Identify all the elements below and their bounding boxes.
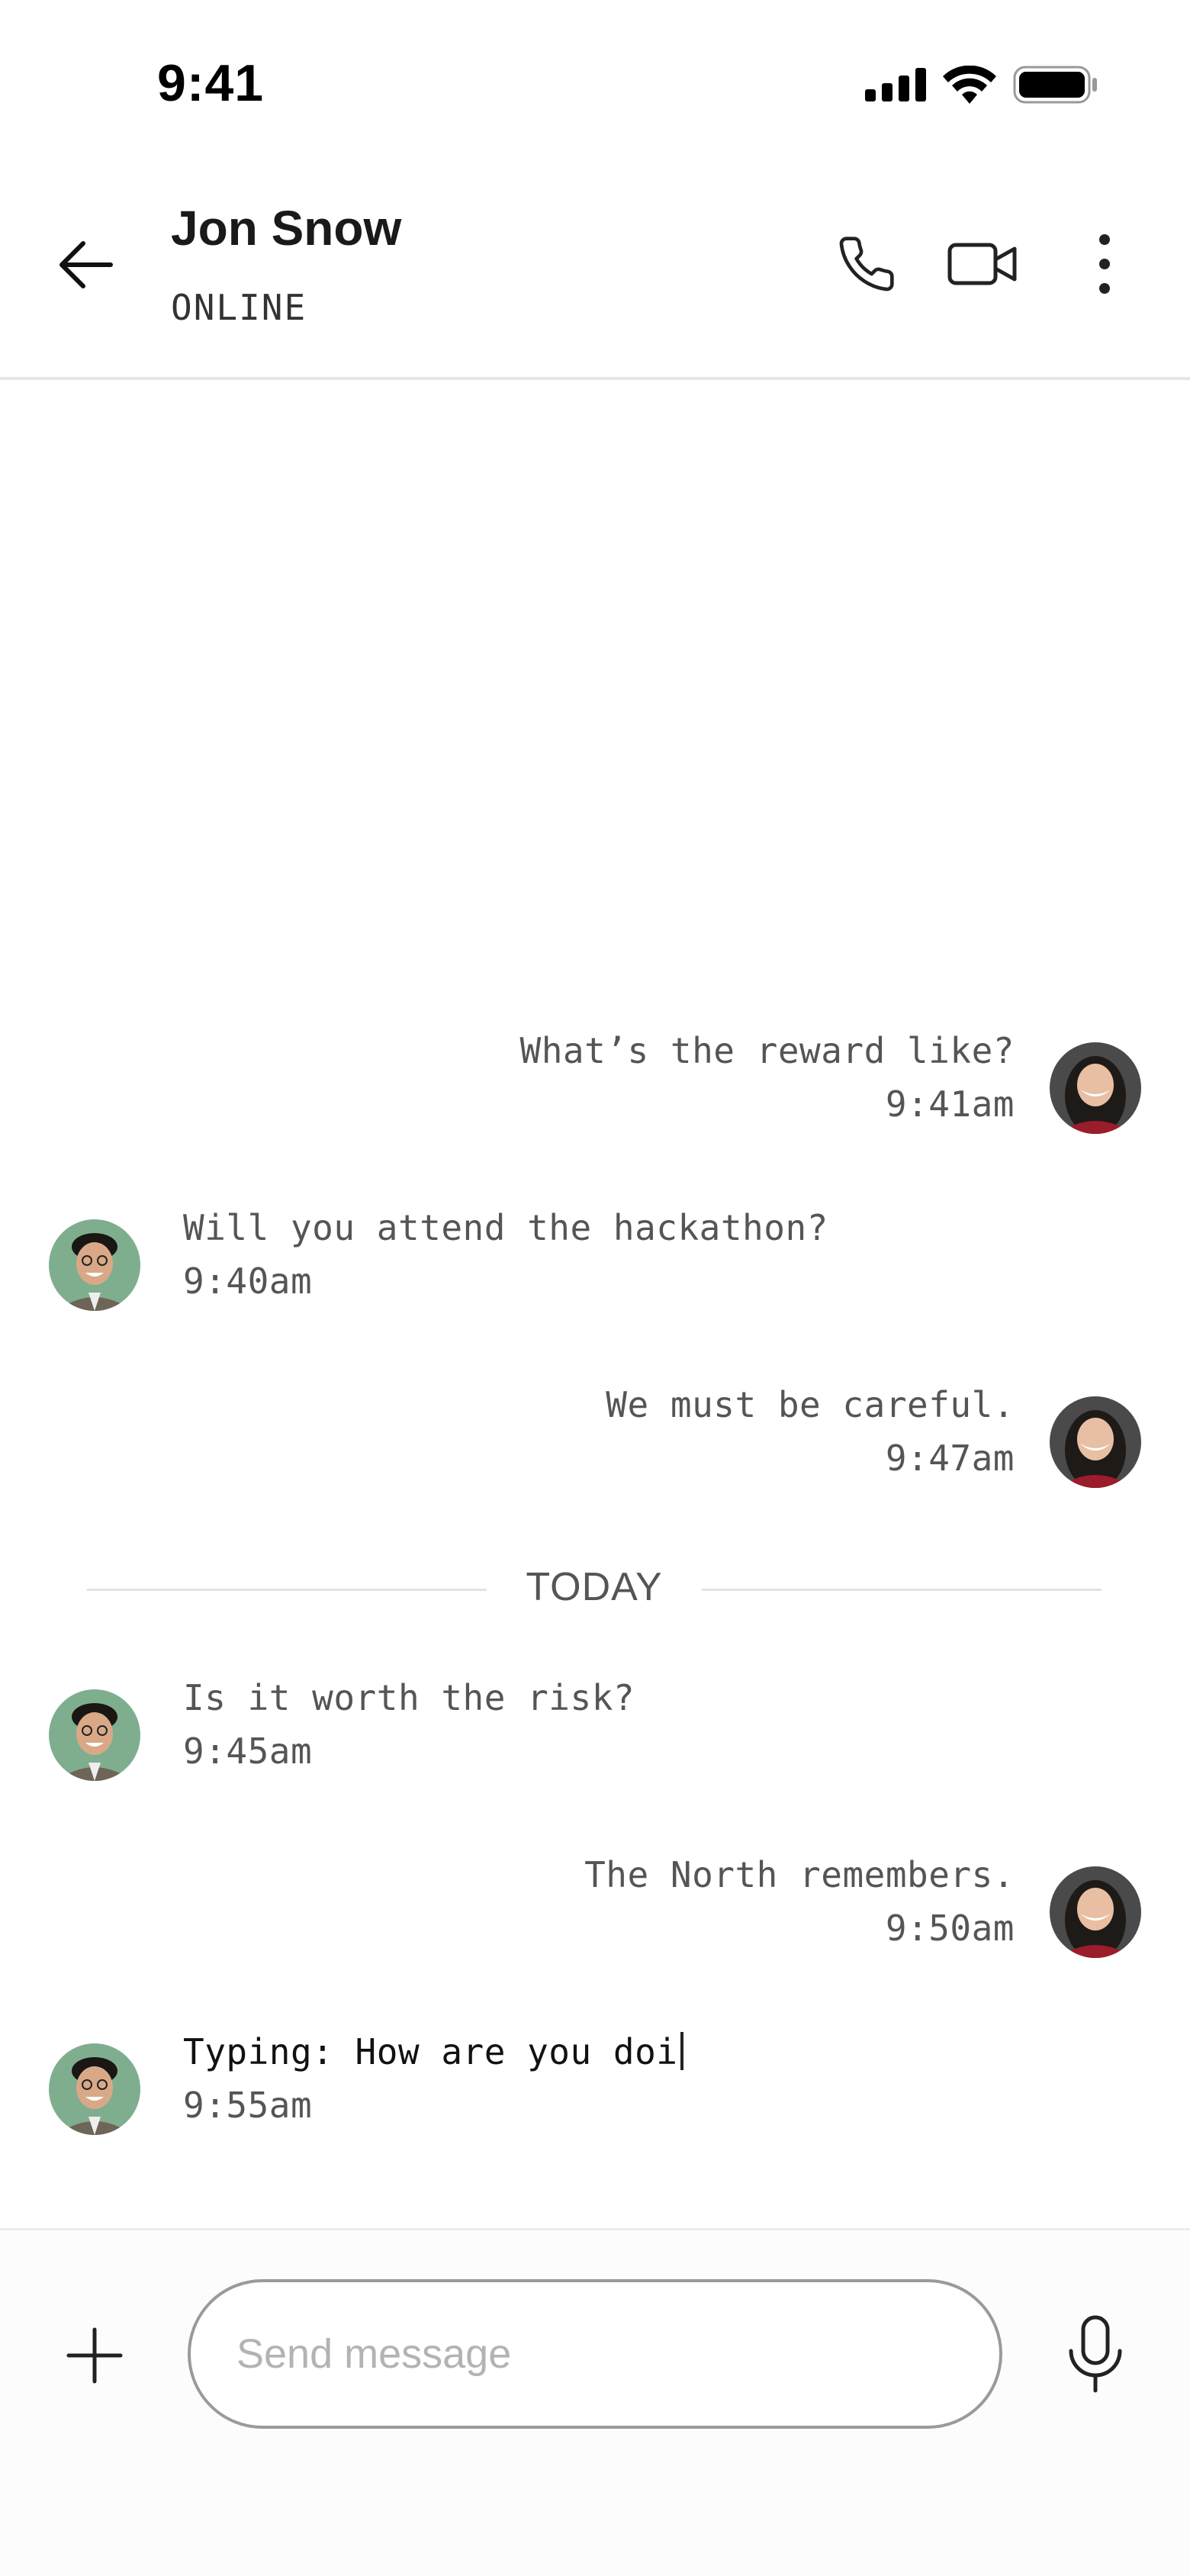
message-time: 9:41am [885, 1084, 1015, 1125]
arrow-left-icon [60, 241, 113, 288]
more-options-button[interactable] [1068, 227, 1141, 301]
status-bar: 9:41 [0, 0, 1190, 168]
message-time: 9:45am [183, 1731, 313, 1772]
message-text: Will you attend the hackathon? [183, 1207, 828, 1248]
message-time: 9:40am [183, 1261, 313, 1302]
back-button[interactable] [53, 232, 119, 298]
message-text: Typing: How are you doi [183, 2031, 678, 2072]
voice-message-button[interactable] [1059, 2310, 1132, 2398]
message-outgoing: The North remembers. 9:50am [488, 1854, 1015, 1949]
message-incoming: Is it worth the risk? 9:45am [183, 1677, 870, 1772]
contact-status: ONLINE [171, 287, 307, 328]
avatar-contact [49, 1219, 140, 1311]
video-call-button[interactable] [946, 227, 1019, 301]
message-outgoing: What’s the reward like? 9:41am [488, 1030, 1015, 1125]
plus-icon [66, 2327, 123, 2384]
message-text: We must be careful. [606, 1384, 1015, 1425]
message-typing: Typing: How are you doi 9:55am [183, 2031, 870, 2126]
microphone-icon [1069, 2315, 1122, 2393]
avatar-contact [49, 1689, 140, 1781]
message-time: 9:47am [885, 1438, 1015, 1479]
divider-label: TODAY [526, 1565, 663, 1609]
chat-header: Jon Snow ONLINE [0, 168, 1190, 380]
date-divider: TODAY [87, 1557, 1102, 1625]
avatar-self [1050, 1042, 1141, 1134]
message-time: 9:50am [885, 1908, 1015, 1949]
battery-icon [1013, 66, 1097, 104]
message-incoming: Will you attend the hackathon? 9:40am [183, 1207, 870, 1302]
video-camera-icon [947, 243, 1017, 285]
signal-icon [865, 68, 926, 101]
message-time: 9:55am [183, 2085, 313, 2126]
message-text: The North remembers. [584, 1854, 1015, 1895]
message-input[interactable] [188, 2279, 1002, 2429]
status-icons [865, 66, 1098, 104]
call-button[interactable] [830, 227, 903, 301]
message-text: Is it worth the risk? [183, 1677, 635, 1718]
avatar-contact [49, 2043, 140, 2135]
message-outgoing: We must be careful. 9:47am [488, 1384, 1015, 1479]
chat-screen: 9:41 Jon Snow ONLINE What’s the reward l… [0, 0, 1190, 2576]
message-text: What’s the reward like? [519, 1030, 1015, 1071]
avatar-self [1050, 1866, 1141, 1958]
message-composer [0, 2228, 1190, 2576]
typing-line: Typing: How are you doi [183, 2031, 870, 2072]
contact-name: Jon Snow [171, 201, 402, 256]
typing-caret [680, 2032, 684, 2070]
avatar-self [1050, 1396, 1141, 1488]
more-vertical-icon [1099, 234, 1110, 294]
wifi-icon [943, 66, 996, 104]
divider-line-right [702, 1589, 1102, 1591]
add-attachment-button[interactable] [60, 2320, 130, 2391]
phone-icon [839, 237, 894, 291]
status-time: 9:41 [157, 54, 265, 112]
